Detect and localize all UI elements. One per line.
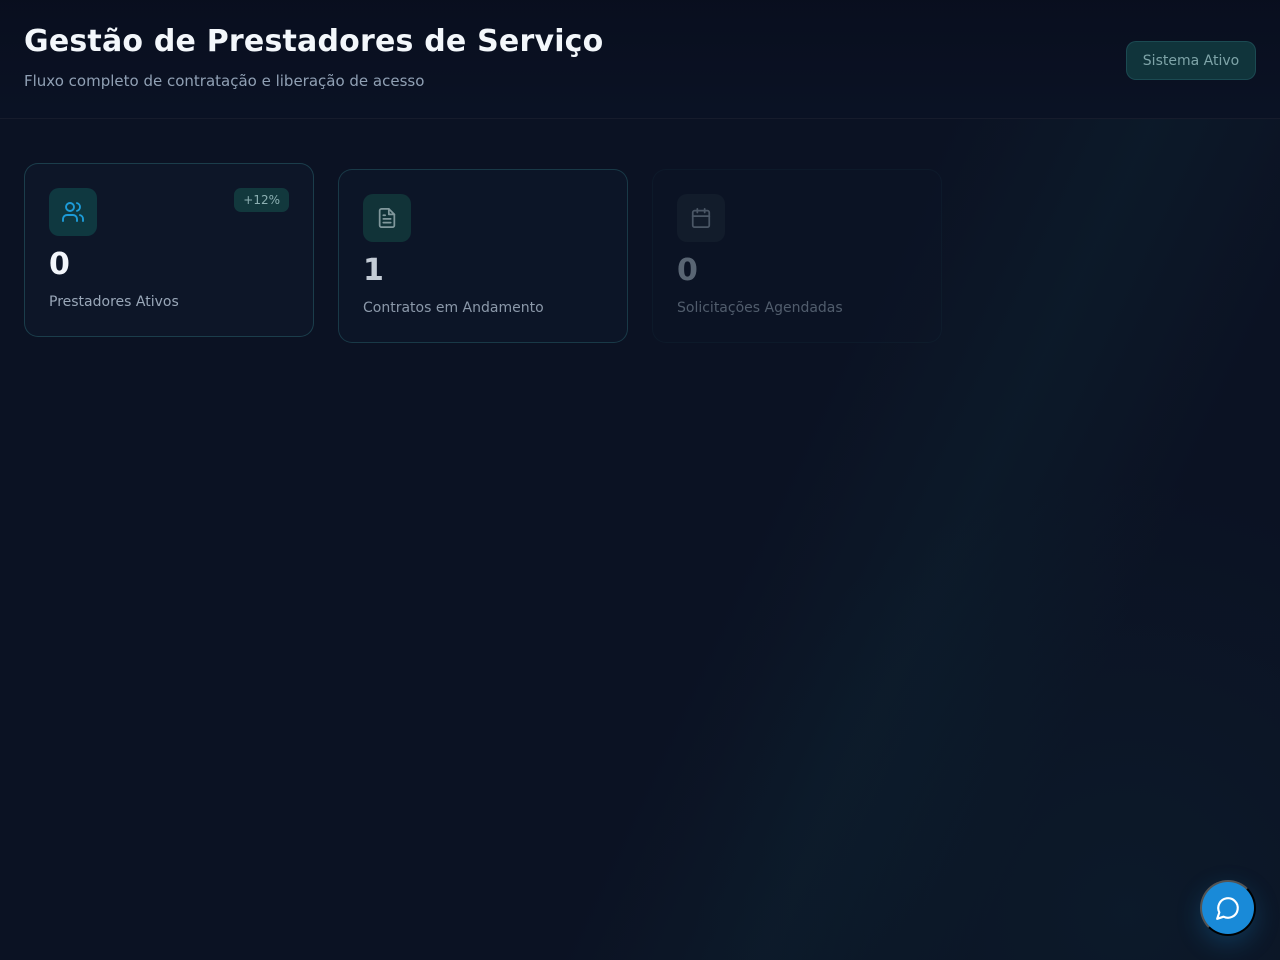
growth-badge: +12%	[234, 188, 289, 212]
document-icon	[363, 194, 411, 242]
page-header: Gestão de Prestadores de Serviço Fluxo c…	[0, 0, 1280, 119]
chat-icon	[1215, 895, 1241, 921]
scheduled-requests-card[interactable]: 0 Solicitações Agendadas	[652, 169, 942, 343]
active-providers-card[interactable]: +12% 0 Prestadores Ativos	[24, 163, 314, 337]
contracts-progress-label: Contratos em Andamento	[363, 300, 544, 316]
system-status-badge: Sistema Ativo	[1126, 41, 1256, 80]
chat-button[interactable]	[1200, 880, 1256, 936]
users-icon	[49, 188, 97, 236]
scheduled-requests-value: 0	[677, 253, 698, 288]
scheduled-requests-label: Solicitações Agendadas	[677, 300, 843, 316]
contracts-progress-value: 1	[363, 253, 384, 288]
calendar-icon	[677, 194, 725, 242]
page-title: Gestão de Prestadores de Serviço	[24, 24, 604, 59]
page-subtitle: Fluxo completo de contratação e liberaçã…	[24, 72, 425, 90]
contracts-progress-card[interactable]: 1 Contratos em Andamento	[338, 169, 628, 343]
active-providers-value: 0	[49, 247, 70, 282]
active-providers-label: Prestadores Ativos	[49, 294, 179, 310]
